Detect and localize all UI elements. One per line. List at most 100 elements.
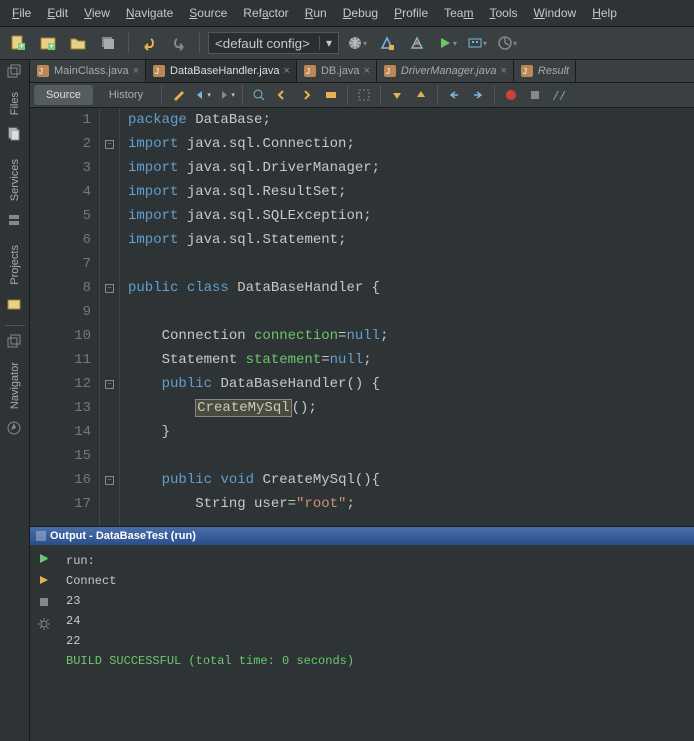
undo-button[interactable]	[137, 31, 161, 55]
close-icon[interactable]: ×	[363, 65, 369, 77]
code-editor[interactable]: 1 2 3 4 5 6 7 8 9 10 11 12 13 14 15 16 1…	[30, 108, 694, 526]
rerun-alt-icon[interactable]	[37, 573, 53, 589]
comment-icon[interactable]: //	[549, 85, 569, 105]
menu-refactor[interactable]: Refactor	[235, 2, 296, 24]
editor-area: J MainClass.java × J DataBaseHandler.jav…	[30, 60, 694, 741]
stop-icon[interactable]	[37, 595, 53, 611]
fold-icon[interactable]: −	[105, 380, 114, 389]
fold-icon[interactable]: −	[105, 476, 114, 485]
find-selection-icon[interactable]	[249, 85, 269, 105]
debug-button[interactable]: ▾	[465, 31, 489, 55]
history-tab[interactable]: History	[97, 85, 155, 105]
close-icon[interactable]: ×	[500, 65, 506, 77]
line-number: 11	[30, 348, 91, 372]
sidebar-files[interactable]: Files	[9, 92, 21, 115]
macro-stop-icon[interactable]	[525, 85, 545, 105]
svg-text:J: J	[386, 67, 390, 76]
menu-profile[interactable]: Profile	[386, 2, 436, 24]
output-line: 23	[66, 591, 688, 611]
new-file-button[interactable]: +	[6, 31, 30, 55]
files-icon[interactable]	[7, 127, 23, 143]
close-icon[interactable]: ×	[284, 65, 290, 77]
fold-icon[interactable]: −	[105, 284, 114, 293]
line-number: 1	[30, 108, 91, 132]
profile-button[interactable]: ▾	[495, 31, 519, 55]
back-icon[interactable]: ▾	[192, 85, 212, 105]
source-tab[interactable]: Source	[34, 85, 93, 105]
forward-icon[interactable]: ▾	[216, 85, 236, 105]
config-input[interactable]	[209, 34, 319, 53]
projects-icon[interactable]	[7, 297, 23, 313]
redo-button[interactable]	[167, 31, 191, 55]
config-dropdown[interactable]: ▾	[208, 32, 339, 54]
java-file-icon: J	[303, 64, 317, 78]
menu-run[interactable]: Run	[297, 2, 335, 24]
editor-toolbar: Source History ▾ ▾ //	[30, 83, 694, 108]
menu-source[interactable]: Source	[181, 2, 235, 24]
chevron-down-icon[interactable]: ▾	[319, 36, 338, 50]
tab-drivermanager[interactable]: J DriverManager.java ×	[377, 60, 514, 82]
line-number: 5	[30, 204, 91, 228]
find-prev-icon[interactable]	[273, 85, 293, 105]
open-button[interactable]	[66, 31, 90, 55]
tab-label: MainClass.java	[54, 65, 129, 77]
prev-bookmark-icon[interactable]	[387, 85, 407, 105]
settings-icon[interactable]	[37, 617, 53, 633]
menu-file[interactable]: File	[4, 2, 39, 24]
rerun-icon[interactable]	[37, 551, 53, 567]
restore-icon-2[interactable]	[7, 334, 23, 350]
menu-help[interactable]: Help	[584, 2, 625, 24]
tab-mainclass[interactable]: J MainClass.java ×	[30, 60, 146, 82]
sidebar-navigator[interactable]: Navigator	[9, 362, 21, 409]
svg-text://: //	[553, 89, 566, 102]
line-number: 17	[30, 492, 91, 516]
menu-debug[interactable]: Debug	[335, 2, 386, 24]
shift-left-icon[interactable]	[444, 85, 464, 105]
save-all-button[interactable]	[96, 31, 120, 55]
find-next-icon[interactable]	[297, 85, 317, 105]
browser-button[interactable]: ▾	[345, 31, 369, 55]
new-project-button[interactable]: +	[36, 31, 60, 55]
output-text[interactable]: run: Connect 23 24 22 BUILD SUCCESSFUL (…	[60, 545, 694, 741]
menu-window[interactable]: Window	[526, 2, 585, 24]
sidebar-services[interactable]: Services	[9, 159, 21, 201]
java-file-icon: J	[36, 64, 50, 78]
toggle-rect-icon[interactable]	[354, 85, 374, 105]
clean-build-button[interactable]	[405, 31, 429, 55]
toggle-highlight-icon[interactable]	[321, 85, 341, 105]
menu-team[interactable]: Team	[436, 2, 481, 24]
svg-text:J: J	[155, 67, 159, 76]
next-bookmark-icon[interactable]	[411, 85, 431, 105]
line-number: 9	[30, 300, 91, 324]
last-edit-icon[interactable]	[168, 85, 188, 105]
svg-text:+: +	[49, 41, 54, 51]
output-line: 24	[66, 611, 688, 631]
code-text[interactable]: package DataBase; import java.sql.Connec…	[120, 108, 694, 526]
output-line: 22	[66, 631, 688, 651]
line-number: 15	[30, 444, 91, 468]
tab-label: Result	[538, 65, 569, 77]
macro-record-icon[interactable]	[501, 85, 521, 105]
navigator-icon[interactable]	[7, 421, 23, 437]
tab-databasehandler[interactable]: J DataBaseHandler.java ×	[146, 60, 297, 82]
output-header[interactable]: Output - DataBaseTest (run)	[30, 527, 694, 545]
java-file-icon: J	[152, 64, 166, 78]
build-button[interactable]	[375, 31, 399, 55]
tab-db[interactable]: J DB.java ×	[297, 60, 377, 82]
tab-label: DriverManager.java	[401, 65, 497, 77]
menu-edit[interactable]: Edit	[39, 2, 76, 24]
svg-text:+: +	[19, 41, 24, 51]
restore-icon[interactable]	[7, 64, 23, 80]
menu-navigate[interactable]: Navigate	[118, 2, 181, 24]
menu-view[interactable]: View	[76, 2, 118, 24]
fold-icon[interactable]: −	[105, 140, 114, 149]
run-button[interactable]: ▾	[435, 31, 459, 55]
line-number: 3	[30, 156, 91, 180]
tab-result[interactable]: J Result	[514, 60, 576, 82]
services-icon[interactable]	[7, 213, 23, 229]
sidebar-projects[interactable]: Projects	[9, 245, 21, 285]
menu-tools[interactable]: Tools	[481, 2, 525, 24]
close-icon[interactable]: ×	[133, 65, 139, 77]
shift-right-icon[interactable]	[468, 85, 488, 105]
line-number: 6	[30, 228, 91, 252]
